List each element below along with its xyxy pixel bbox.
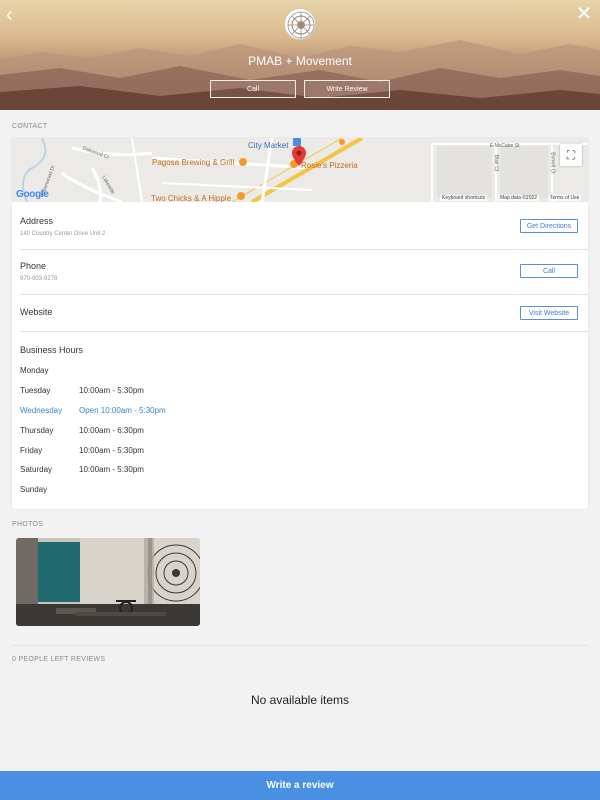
hours-time-tuesday: 10:00am - 5:30pm [79,386,144,395]
map-label-rosies-pizzeria: Rosie's Pizzeria [301,161,358,170]
phone-row: Phone 970-903-9278 [20,261,580,282]
map-label-e-mccabe: E McCabe St [490,143,520,149]
hours-time-wednesday: Open 10:00am - 5:30pm [79,406,166,415]
hours-day-friday: Friday [20,446,43,455]
fullscreen-icon: ⛶ [566,147,576,162]
map-terms-link[interactable]: Terms of Use [548,195,582,201]
map-label-bonwit: Bonwit Ct [549,152,556,174]
write-a-review-button[interactable]: Write a review [0,771,600,800]
fullscreen-button[interactable]: ⛶ [560,144,582,166]
website-title: Website [20,307,53,317]
hours-day-saturday: Saturday [20,465,53,474]
phone-call-button[interactable]: Call [520,264,578,278]
map-keyboard-shortcuts[interactable]: Keyboard shortcuts [440,195,488,201]
business-logo [284,8,316,40]
get-directions-button[interactable]: Get Directions [520,219,578,233]
chevron-left-icon: ‹ [6,4,13,26]
hours-time-thursday: 10:00am - 6:30pm [79,426,144,435]
divider [20,294,588,295]
map-label-blair: Blair Ct [493,154,500,172]
close-icon: ✕ [575,3,593,25]
map[interactable]: City Market Pagosa Brewing & Grill Rosie… [12,138,588,202]
no-reviews-message: No available items [250,693,350,707]
map-label-city-market: City Market [248,141,289,150]
map-data-attribution: Map data ©2022 [498,195,540,201]
header-banner: ‹ ✕ PMAB + Movement Call Write Review [0,0,600,110]
phone-value: 970-903-9278 [20,276,58,282]
hours-time-saturday: 10:00am - 5:30pm [79,465,144,474]
hours-day-wednesday: Wednesday [20,406,63,415]
hours-day-monday: Monday [20,366,49,375]
hours-time-friday: 10:00am - 5:30pm [79,446,144,455]
header-write-review-button[interactable]: Write Review [304,80,390,98]
header-call-button[interactable]: Call [210,80,296,98]
hours-day-tuesday: Tuesday [20,386,51,395]
address-title: Address [20,216,54,226]
address-value: 140 Country Center Drive Unit 2 [20,231,106,237]
hours-day-sunday: Sunday [20,485,48,494]
photos-section-label: PHOTOS [12,521,44,528]
website-row: Website [20,307,580,317]
address-row: Address 140 Country Center Drive Unit 2 [20,216,580,237]
business-hours-title: Business Hours [20,345,84,355]
studio-photo[interactable] [16,538,200,626]
visit-website-button[interactable]: Visit Website [520,306,578,320]
google-logo: Google [16,189,49,200]
divider [12,645,588,646]
map-label-pagosa-brewing: Pagosa Brewing & Grill [152,158,235,167]
contact-card: City Market Pagosa Brewing & Grill Rosie… [12,138,588,509]
divider [20,249,588,250]
business-name: PMAB + Movement [248,54,352,68]
contact-section-label: CONTACT [12,123,48,130]
close-button[interactable]: ✕ [574,4,594,24]
hours-day-thursday: Thursday [20,426,54,435]
divider [20,331,588,332]
map-label-two-chicks: Two Chicks & A Hippie [151,194,232,202]
back-button[interactable]: ‹ [6,4,26,26]
phone-title: Phone [20,261,47,271]
reviews-section-label: 0 PEOPLE LEFT REVIEWS [12,656,106,663]
